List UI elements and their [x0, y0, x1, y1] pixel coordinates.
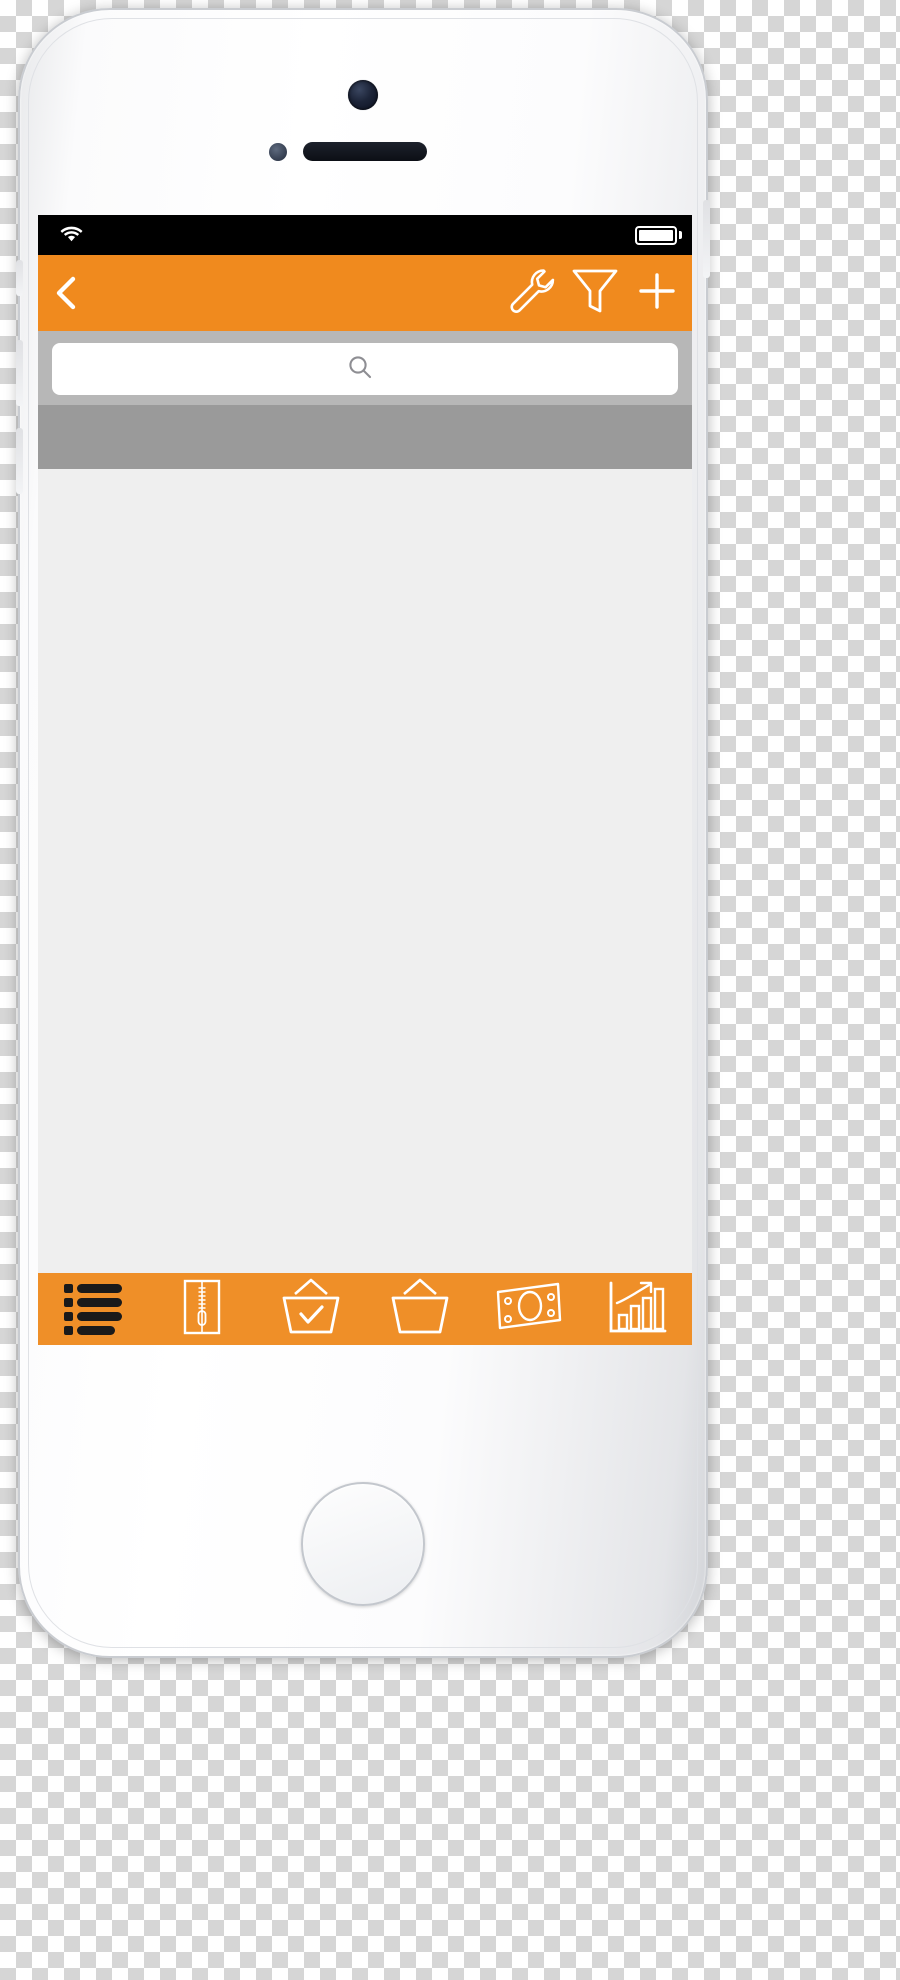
front-camera-icon: [348, 80, 378, 110]
silent-switch-button[interactable]: [16, 260, 23, 296]
list-icon: [62, 1279, 124, 1340]
search-input[interactable]: [52, 343, 678, 395]
tab-item-payments[interactable]: [474, 1273, 583, 1345]
document-icon: [182, 1278, 222, 1341]
back-chevron-icon[interactable]: [52, 276, 78, 310]
wrench-icon[interactable]: [502, 264, 556, 323]
section-header-all: [38, 405, 692, 469]
carrier-group: [38, 222, 83, 249]
tab-bar: [38, 1273, 692, 1345]
basket-icon: [387, 1278, 453, 1341]
proximity-sensor-icon: [269, 143, 287, 161]
basket-check-icon: [278, 1278, 344, 1341]
tab-item-orders[interactable]: [256, 1273, 365, 1345]
tab-item-document[interactable]: [147, 1273, 256, 1345]
home-button[interactable]: [301, 1482, 425, 1606]
navigation-bar: [38, 255, 692, 331]
tab-item-cart[interactable]: [365, 1273, 474, 1345]
plus-icon[interactable]: [634, 268, 680, 319]
wifi-icon: [60, 222, 83, 249]
status-bar: [38, 215, 692, 255]
power-button[interactable]: [703, 200, 710, 278]
earpiece-speaker: [303, 142, 427, 161]
volume-down-button[interactable]: [16, 428, 23, 494]
volume-up-button[interactable]: [16, 340, 23, 406]
tab-item-list[interactable]: [38, 1273, 147, 1345]
funnel-icon[interactable]: [570, 265, 620, 322]
phone-screen: [38, 215, 692, 1345]
battery-full-icon: [635, 225, 682, 245]
tab-item-reports[interactable]: [583, 1273, 692, 1345]
search-icon: [347, 354, 373, 385]
nav-actions: [502, 264, 680, 323]
money-icon: [494, 1280, 564, 1339]
phone-device: [16, 8, 710, 1658]
search-zone: [38, 331, 692, 405]
bar-chart-icon: [607, 1279, 669, 1340]
